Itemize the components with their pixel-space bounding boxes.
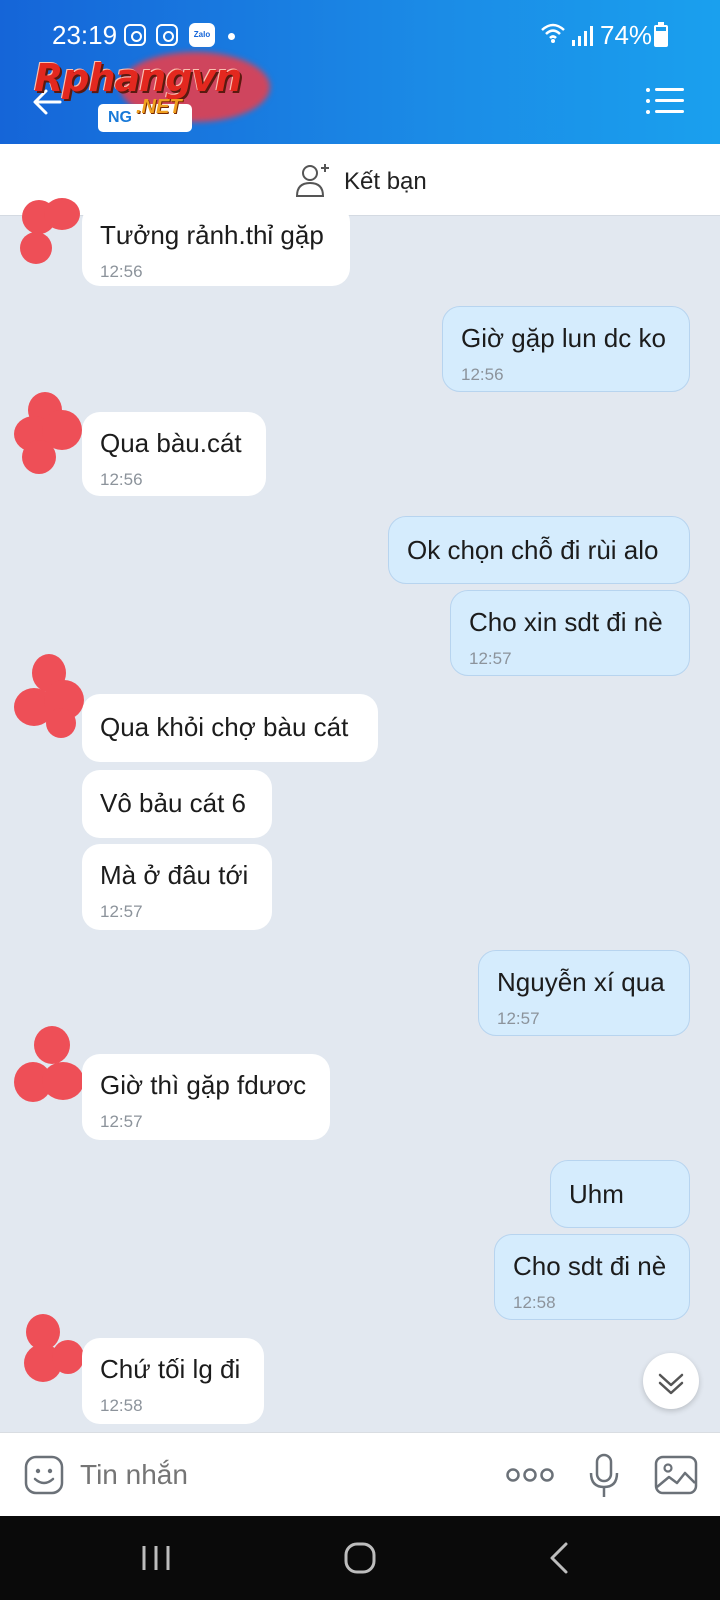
instagram-icon (156, 24, 178, 46)
message-bubble-incoming[interactable]: Mà ở đâu tới 12:57 (82, 844, 272, 930)
message-bubble-incoming[interactable]: Giờ thì gặp fdươc 12:57 (82, 1054, 330, 1140)
message-bubble-incoming[interactable]: Tưởng rảnh.thỉ gặp 12:56 (82, 204, 350, 286)
message-text: Tưởng rảnh.thỉ gặp (100, 220, 324, 250)
avatar[interactable] (14, 392, 84, 474)
avatar[interactable] (14, 196, 84, 276)
message-text: Ok chọn chỗ đi rùi alo (407, 535, 659, 565)
system-navigation-bar (0, 1516, 720, 1600)
avatar[interactable] (14, 654, 84, 738)
message-text: Chứ tối lg đi (100, 1354, 241, 1384)
instagram-icon (124, 24, 146, 46)
message-bubble-outgoing[interactable]: Ok chọn chỗ đi rùi alo (388, 516, 690, 584)
message-text: Uhm (569, 1179, 624, 1209)
emoji-sticker-icon[interactable] (24, 1455, 64, 1495)
message-bubble-outgoing[interactable]: Cho xin sdt đi nè 12:57 (450, 590, 690, 676)
message-text: Giờ gặp lun dc ko (461, 323, 666, 353)
message-bubble-incoming[interactable]: Vô bảu cát 6 (82, 770, 272, 838)
app-header: 23:19 Zalo 74% NG Rphangvn .NET (0, 0, 720, 144)
message-text: Mà ở đâu tới (100, 860, 249, 890)
message-text: Cho xin sdt đi nè (469, 607, 663, 637)
back-icon[interactable] (540, 1538, 580, 1578)
recent-apps-icon[interactable] (136, 1538, 176, 1578)
message-text: Vô bảu cát 6 (100, 788, 246, 818)
message-bubble-outgoing[interactable]: Nguyễn xí qua 12:57 (478, 950, 690, 1036)
message-timestamp: 12:57 (469, 649, 512, 668)
message-timestamp: 12:58 (513, 1293, 556, 1312)
message-text: Qua bàu.cát (100, 428, 242, 458)
logo-text: Rphangvn (34, 56, 242, 100)
message-timestamp: 12:58 (100, 1396, 143, 1415)
message-bubble-outgoing[interactable]: Giờ gặp lun dc ko 12:56 (442, 306, 690, 392)
message-timestamp: 12:56 (100, 470, 143, 489)
home-icon[interactable] (340, 1538, 380, 1578)
message-text: Qua khỏi chợ bàu cát (100, 712, 349, 742)
signal-icon (572, 26, 594, 46)
image-icon[interactable] (654, 1455, 698, 1495)
message-timestamp: 12:57 (497, 1009, 540, 1028)
message-timestamp: 12:56 (461, 365, 504, 384)
notification-dot-icon (228, 33, 235, 40)
message-bubble-outgoing[interactable]: Cho sdt đi nè 12:58 (494, 1234, 690, 1320)
status-time: 23:19 (52, 20, 118, 50)
double-chevron-down-icon (658, 1373, 684, 1395)
list-menu-icon[interactable] (646, 86, 684, 116)
status-bar: 23:19 Zalo 74% (0, 0, 720, 60)
microphone-icon[interactable] (586, 1453, 622, 1499)
message-text: Nguyễn xí qua (497, 967, 665, 997)
message-composer (0, 1432, 720, 1516)
add-person-icon (294, 160, 334, 200)
avatar[interactable] (14, 1026, 84, 1106)
zalo-icon: Zalo (189, 23, 215, 47)
message-timestamp: 12:57 (100, 902, 143, 921)
logo-subtext: .NET (136, 96, 182, 118)
message-timestamp: 12:56 (100, 262, 143, 281)
message-timestamp: 12:57 (100, 1112, 143, 1131)
watermark-logo: NG Rphangvn .NET (30, 52, 270, 132)
battery-icon (654, 22, 668, 47)
message-bubble-incoming[interactable]: Chứ tối lg đi 12:58 (82, 1338, 264, 1424)
battery-percentage: 74% (600, 20, 653, 50)
message-text: Giờ thì gặp fdươc (100, 1070, 307, 1100)
message-text: Cho sdt đi nè (513, 1251, 667, 1281)
message-bubble-incoming[interactable]: Qua bàu.cát 12:56 (82, 412, 266, 496)
add-friend-label: Kết bạn (344, 168, 427, 195)
message-input[interactable] (80, 1455, 460, 1495)
wifi-icon (540, 22, 566, 50)
message-bubble-incoming[interactable]: Qua khỏi chợ bàu cát (82, 694, 378, 762)
more-dots-icon[interactable] (506, 1467, 554, 1483)
avatar[interactable] (14, 1314, 84, 1394)
message-bubble-outgoing[interactable]: Uhm (550, 1160, 690, 1228)
scroll-down-button[interactable] (643, 1353, 699, 1409)
